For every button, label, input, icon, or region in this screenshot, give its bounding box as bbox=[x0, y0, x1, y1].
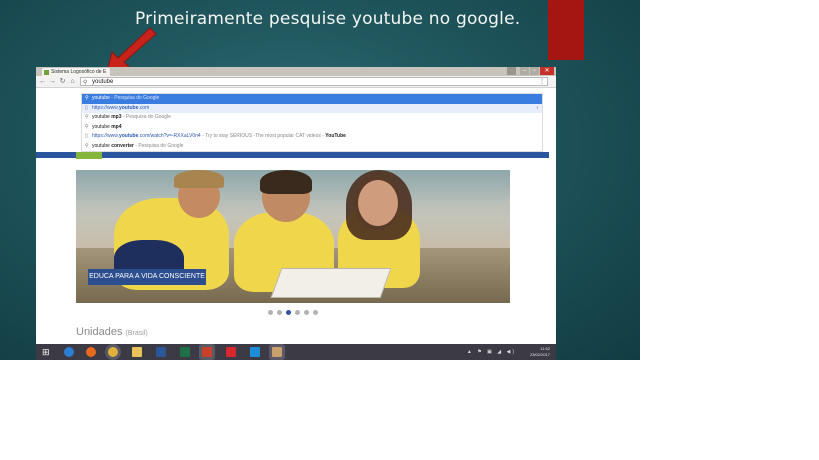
word-icon[interactable] bbox=[156, 347, 166, 357]
hero-image: EDUCA PARA A VIDA CONSCIENTE bbox=[76, 170, 510, 303]
page-icon: ▯ bbox=[85, 104, 88, 111]
suggestion-item[interactable]: ⚲ youtube mp4 bbox=[82, 123, 542, 133]
system-tray-icons[interactable]: ▲ ⚑ ▣ ◢ ◀) bbox=[467, 349, 516, 355]
carousel-dot[interactable] bbox=[268, 310, 273, 315]
browser-window: Sistema Logosófico de E – ▫ ✕ ← → ↻ ⌂ ⚲ … bbox=[36, 67, 556, 359]
reload-icon[interactable]: ↻ bbox=[58, 77, 67, 86]
powerpoint-icon[interactable] bbox=[202, 347, 212, 357]
tab-title: Sistema Logosófico de E bbox=[51, 69, 107, 75]
window-controls: – ▫ ✕ bbox=[520, 67, 554, 76]
section-title: Unidades (Brasil) bbox=[76, 326, 148, 338]
hero-banner: EDUCA PARA A VIDA CONSCIENTE bbox=[88, 269, 206, 285]
menu-icon[interactable]: ⋮ bbox=[539, 78, 545, 86]
site-nav-bar bbox=[36, 152, 549, 158]
search-icon: ⚲ bbox=[85, 95, 89, 101]
ie-icon[interactable] bbox=[64, 347, 74, 357]
suggestion-item[interactable]: ▯ https://www.youtube.com/watch?v=-RXXaL… bbox=[82, 132, 542, 142]
app-icon[interactable] bbox=[272, 347, 282, 357]
site-nav-tab[interactable] bbox=[76, 152, 102, 159]
windows-taskbar: ⊞ ▲ ⚑ ▣ ◢ ◀) 11:52 23/02/2017 bbox=[36, 344, 556, 360]
accent-block bbox=[548, 0, 584, 60]
app-icon[interactable] bbox=[226, 347, 236, 357]
close-button[interactable]: ✕ bbox=[540, 67, 554, 75]
maximize-button[interactable]: ▫ bbox=[530, 67, 539, 75]
address-bar[interactable]: ⚲ youtube ⋮ bbox=[80, 77, 548, 86]
folder-icon[interactable] bbox=[132, 347, 142, 357]
carousel-dot[interactable] bbox=[304, 310, 309, 315]
search-icon: ⚲ bbox=[85, 142, 89, 149]
suggestion-item[interactable]: ⚲ youtube mp3 - Pesquisa do Google bbox=[82, 113, 542, 123]
page-icon: ▯ bbox=[85, 133, 88, 139]
suggestion-item[interactable]: ⚲ youtube - Pesquisa do Google bbox=[82, 94, 542, 104]
address-bar-value: youtube bbox=[92, 79, 114, 85]
app-icon[interactable] bbox=[250, 347, 260, 357]
home-icon[interactable]: ⌂ bbox=[68, 77, 77, 86]
browser-tab[interactable]: Sistema Logosófico de E bbox=[42, 68, 110, 76]
forward-icon[interactable]: → bbox=[48, 77, 57, 86]
browser-toolbar: ← → ↻ ⌂ ⚲ youtube ⋮ bbox=[36, 76, 556, 88]
start-icon[interactable]: ⊞ bbox=[42, 347, 52, 357]
search-icon: ⚲ bbox=[83, 80, 88, 86]
site-favicon-icon bbox=[44, 70, 49, 75]
carousel-dot[interactable] bbox=[295, 310, 300, 315]
profile-icon[interactable] bbox=[507, 67, 516, 75]
suggestion-item[interactable]: ⚲ youtube converter - Pesquisa do Google bbox=[82, 142, 542, 152]
search-icon: ⚲ bbox=[85, 123, 89, 130]
magazine bbox=[270, 268, 392, 298]
carousel-dot-active[interactable] bbox=[286, 310, 291, 315]
carousel-dots bbox=[268, 310, 318, 315]
carousel-dot[interactable] bbox=[313, 310, 318, 315]
excel-icon[interactable] bbox=[180, 347, 190, 357]
chrome-icon[interactable] bbox=[108, 347, 118, 357]
omnibox-suggestions: ⚲ youtube - Pesquisa do Google ▯ https:/… bbox=[81, 93, 543, 152]
suggestion-item[interactable]: ▯ https://www.youtube.com › bbox=[82, 103, 542, 113]
back-icon[interactable]: ← bbox=[38, 77, 47, 86]
search-icon: ⚲ bbox=[85, 114, 89, 120]
carousel-dot[interactable] bbox=[277, 310, 282, 315]
chevron-right-icon: › bbox=[536, 104, 538, 111]
minimize-button[interactable]: – bbox=[520, 67, 529, 75]
slide-caption: Primeiramente pesquise youtube no google… bbox=[135, 9, 521, 29]
browser-titlebar: Sistema Logosófico de E – ▫ ✕ bbox=[36, 67, 556, 76]
firefox-icon[interactable] bbox=[86, 347, 96, 357]
clock[interactable]: 11:52 23/02/2017 bbox=[530, 346, 550, 358]
